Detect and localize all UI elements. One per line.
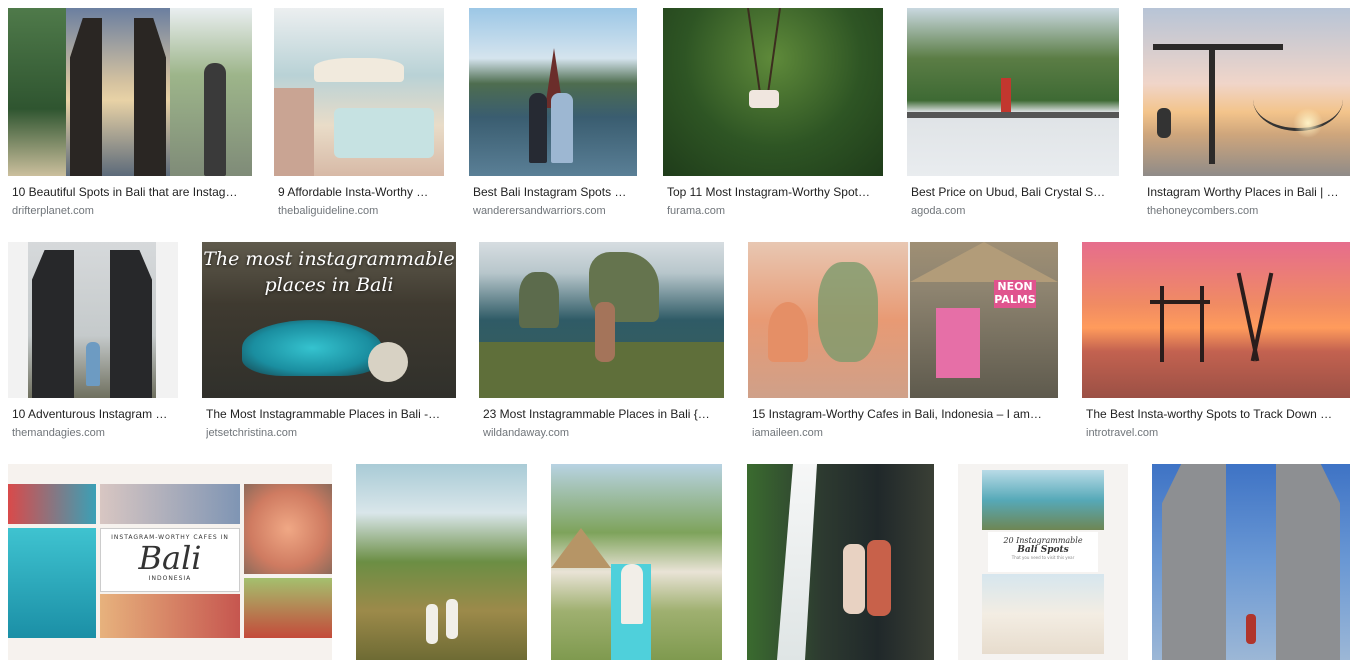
villa-pool-image[interactable] [551, 464, 722, 660]
result-caption[interactable]: Best Bali Instagram Spots … [473, 184, 639, 200]
result-caption[interactable]: The Best Insta-worthy Spots to Track Dow… [1086, 406, 1352, 422]
result-caption[interactable]: 10 Adventurous Instagram … [12, 406, 180, 422]
result-source[interactable]: furama.com [667, 204, 885, 218]
result-caption[interactable]: Top 11 Most Instagram-Worthy Spot… [667, 184, 885, 200]
sea-swing-sunset-image[interactable] [1082, 242, 1350, 398]
cafe-title-bottom: INDONESIA [148, 575, 192, 582]
result-source[interactable]: jetsetchristina.com [206, 426, 456, 440]
result-tile[interactable]: Best Price on Ubud, Bali Crystal S… agod… [907, 8, 1121, 220]
result-source[interactable]: agoda.com [911, 204, 1121, 218]
poster-title-card: 20 Instagrammable Bali Spots That you ne… [988, 532, 1098, 572]
result-tile[interactable]: The Best Insta-worthy Spots to Track Dow… [1082, 242, 1352, 442]
result-source[interactable]: thehoneycombers.com [1147, 204, 1352, 218]
result-tile[interactable]: 10 Adventurous Instagram … themandagies.… [8, 242, 180, 442]
broken-beach-image[interactable]: The most instagrammable places in Bali [202, 242, 456, 398]
sunset-swing-image[interactable] [1143, 8, 1350, 176]
result-caption[interactable]: 9 Affordable Insta-Worthy … [278, 184, 446, 200]
jungle-swing-image[interactable] [663, 8, 883, 176]
result-source[interactable]: thebaliguideline.com [278, 204, 446, 218]
poster-title-bottom: That you need to visit this year [1011, 555, 1075, 560]
result-source[interactable]: drifterplanet.com [12, 204, 252, 218]
result-tile[interactable]: 20 Instagrammable Bali Spots That you ne… [958, 464, 1130, 660]
waterfall-couple-image[interactable] [747, 464, 934, 660]
result-tile[interactable] [551, 464, 724, 660]
result-caption[interactable]: Instagram Worthy Places in Bali | … [1147, 184, 1352, 200]
result-tile[interactable] [747, 464, 936, 660]
result-caption[interactable]: 15 Instagram-Worthy Cafes in Bali, Indon… [752, 406, 1060, 422]
result-caption[interactable]: 10 Beautiful Spots in Bali that are Inst… [12, 184, 252, 200]
poster-title-main: Bali Spots [1017, 545, 1069, 555]
result-tile[interactable]: INSTAGRAM-WORTHY CAFES IN Bali INDONESIA [8, 464, 334, 660]
image-overlay-title: The most instagrammable places in Bali [203, 248, 455, 296]
result-tile[interactable] [1152, 464, 1352, 660]
cafe-title-card: INSTAGRAM-WORTHY CAFES IN Bali INDONESIA [100, 528, 240, 592]
cafe-collage-bali-image[interactable]: INSTAGRAM-WORTHY CAFES IN Bali INDONESIA [8, 464, 332, 660]
result-tile[interactable]: NEON PALMS 15 Instagram-Worthy Cafes in … [748, 242, 1060, 442]
water-temple-image[interactable] [469, 8, 637, 176]
result-tile[interactable]: 10 Beautiful Spots in Bali that are Inst… [8, 8, 252, 220]
rice-terrace-image[interactable] [356, 464, 527, 660]
neon-palms-sign: NEON PALMS [994, 280, 1036, 308]
result-tile[interactable]: 9 Affordable Insta-Worthy … thebaliguide… [274, 8, 446, 220]
infinity-pool-image[interactable] [907, 8, 1119, 176]
poster-title-top: 20 Instagrammable [1003, 536, 1083, 545]
result-tile[interactable]: Instagram Worthy Places in Bali | … theh… [1143, 8, 1352, 220]
cafe-title-main: Bali [138, 539, 202, 577]
beach-club-image[interactable] [274, 8, 444, 176]
result-source[interactable]: iamaileen.com [752, 426, 1060, 440]
result-source[interactable]: themandagies.com [12, 426, 180, 440]
cafe-collage-image[interactable]: NEON PALMS [748, 242, 1058, 398]
result-tile[interactable]: Best Bali Instagram Spots … wanderersand… [469, 8, 639, 220]
result-caption[interactable]: The Most Instagrammable Places in Bali -… [206, 406, 456, 422]
temple-gate-fog-image[interactable] [8, 242, 178, 398]
gates-of-heaven-image[interactable] [1152, 464, 1350, 660]
result-tile[interactable]: The most instagrammable places in Bali T… [202, 242, 458, 442]
bali-spots-poster-image[interactable]: 20 Instagrammable Bali Spots That you ne… [958, 464, 1128, 660]
bali-temple-gate-image[interactable] [8, 8, 252, 176]
result-source[interactable]: introtravel.com [1086, 426, 1352, 440]
result-source[interactable]: wildandaway.com [483, 426, 726, 440]
result-caption[interactable]: 23 Most Instagrammable Places in Bali {… [483, 406, 726, 422]
result-caption[interactable]: Best Price on Ubud, Bali Crystal S… [911, 184, 1121, 200]
result-tile[interactable] [356, 464, 529, 660]
result-source[interactable]: wanderersandwarriors.com [473, 204, 639, 218]
result-tile[interactable]: Top 11 Most Instagram-Worthy Spot… furam… [663, 8, 885, 220]
result-tile[interactable]: 23 Most Instagrammable Places in Bali {…… [479, 242, 726, 442]
cliff-coast-image[interactable] [479, 242, 724, 398]
